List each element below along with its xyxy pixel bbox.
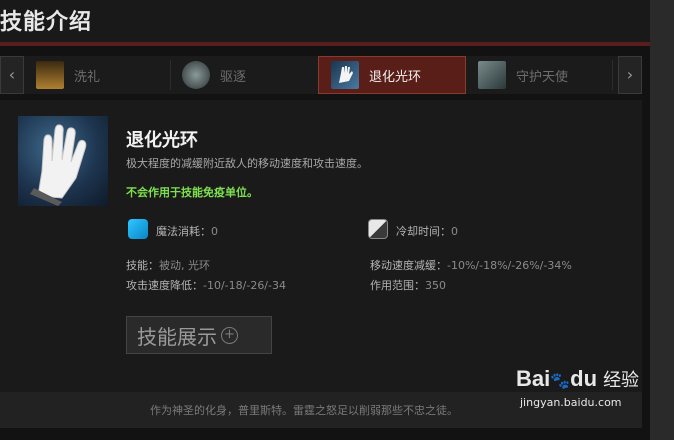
tab-guardian-angel[interactable]: 守护天使 (466, 56, 612, 94)
prev-arrow-button[interactable]: ‹ (0, 56, 24, 94)
degen-aura-icon (331, 61, 359, 89)
scrollbar-track[interactable] (650, 0, 674, 440)
move-slow: 移动速度减缓：-10%/-18%/-26%/-34% (370, 257, 572, 273)
move-slow-label: 移动速度减缓： (370, 259, 447, 272)
mana-cost: 魔法消耗：0 (156, 223, 218, 239)
page-title: 技能介绍 (0, 10, 93, 35)
skill-note: 不会作用于技能免疫单位。 (126, 186, 258, 199)
header-divider (0, 42, 650, 46)
baidu-watermark: Bai🐾du 经验 jingyan.baidu.com (516, 366, 640, 409)
cooldown: 冷却时间：0 (396, 223, 458, 239)
skill-name: 退化光环 (126, 130, 198, 151)
plus-icon: + (221, 326, 238, 344)
exile-icon (182, 61, 210, 89)
next-arrow-button[interactable]: › (618, 56, 642, 94)
tab-label: 驱逐 (220, 69, 247, 85)
skill-image (18, 116, 108, 206)
skill-tab-bar: ‹ 洗礼 驱逐 退化光环 守护天使 › (0, 56, 642, 94)
guardian-angel-icon (478, 61, 506, 89)
cooldown-value: 0 (451, 225, 458, 238)
mana-value: 0 (211, 225, 218, 238)
skill-description: 极大程度的减缓附近敌人的移动速度和攻击速度。 (126, 157, 368, 170)
range: 作用范围：350 (370, 277, 446, 293)
glove-icon (30, 124, 87, 206)
attack-slow: 攻击速度降低：-10/-18/-26/-34 (126, 277, 286, 293)
watermark-url: jingyan.baidu.com (520, 396, 622, 409)
cooldown-icon (368, 219, 388, 239)
skill-page: 技能介绍 ‹ 洗礼 驱逐 退化光环 守护天使 › 退化光环 极大程度的减缓附近敌… (0, 0, 674, 440)
move-slow-value: -10%/-18%/-26%/-34% (447, 259, 572, 272)
cooldown-label: 冷却时间： (396, 225, 451, 238)
range-label: 作用范围： (370, 279, 425, 292)
tab-label: 退化光环 (369, 69, 422, 85)
tab-baptism[interactable]: 洗礼 (24, 56, 170, 94)
range-value: 350 (425, 279, 446, 292)
tab-degen-aura[interactable]: 退化光环 (318, 56, 466, 94)
type-value: 被动, 光环 (159, 259, 210, 272)
attack-slow-value: -10/-18/-26/-34 (203, 279, 286, 292)
tab-divider (612, 60, 613, 90)
type-label: 技能： (126, 259, 159, 272)
tab-exile[interactable]: 驱逐 (170, 56, 316, 94)
mana-icon (128, 219, 148, 239)
baptism-icon (36, 61, 64, 89)
skill-type: 技能：被动, 光环 (126, 257, 210, 273)
page-header: 技能介绍 (0, 0, 650, 42)
tab-label: 守护天使 (516, 69, 569, 85)
watermark-cn: 经验 (603, 370, 640, 391)
attack-slow-label: 攻击速度降低： (126, 279, 203, 292)
tab-label: 洗礼 (74, 69, 101, 85)
lore-text: 作为神圣的化身，普里斯特。雷霆之怒足以削弱那些不忠之徒。 (150, 404, 458, 417)
skill-showcase-button[interactable]: 技能展示 + (126, 316, 272, 354)
showcase-label: 技能展示 (137, 324, 217, 349)
mana-label: 魔法消耗： (156, 225, 211, 238)
watermark-logo: Bai🐾du (516, 366, 598, 391)
